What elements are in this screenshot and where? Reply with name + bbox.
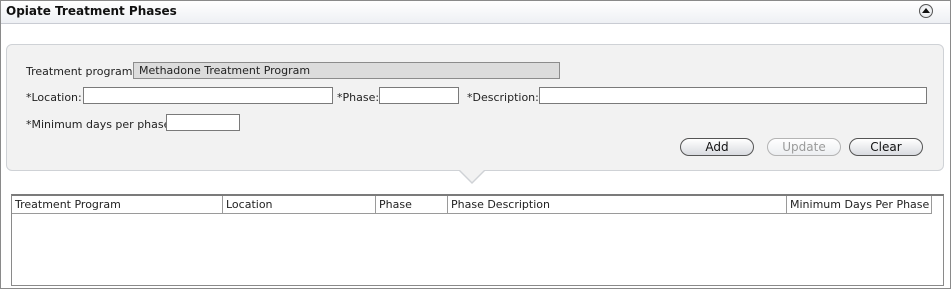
panel-title: Opiate Treatment Phases xyxy=(6,4,177,18)
column-header-location[interactable]: Location xyxy=(223,196,376,213)
treatment-program-label: Treatment program: xyxy=(26,65,137,78)
table-header: Treatment Program Location Phase Phase D… xyxy=(12,196,932,214)
description-field[interactable] xyxy=(539,87,927,104)
panel-header: Opiate Treatment Phases xyxy=(1,1,950,24)
column-header-treatment-program[interactable]: Treatment Program xyxy=(12,196,223,213)
column-header-phase-description[interactable]: Phase Description xyxy=(448,196,787,213)
phases-table: Treatment Program Location Phase Phase D… xyxy=(11,194,944,286)
description-label: *Description: xyxy=(467,91,539,104)
update-button[interactable]: Update xyxy=(767,138,841,156)
phase-field[interactable] xyxy=(379,87,459,104)
add-button[interactable]: Add xyxy=(680,138,754,156)
min-days-field[interactable] xyxy=(166,114,240,131)
min-days-label: *Minimum days per phase: xyxy=(26,118,175,131)
treatment-program-value: Methadone Treatment Program xyxy=(133,62,560,79)
column-header-minimum-days[interactable]: Minimum Days Per Phase xyxy=(787,196,932,213)
phase-label: *Phase: xyxy=(337,91,380,104)
chevron-up-icon[interactable] xyxy=(919,4,933,18)
column-header-phase[interactable]: Phase xyxy=(376,196,448,213)
location-label: *Location: xyxy=(26,91,82,104)
clear-button[interactable]: Clear xyxy=(849,138,923,156)
location-field[interactable] xyxy=(83,87,333,104)
